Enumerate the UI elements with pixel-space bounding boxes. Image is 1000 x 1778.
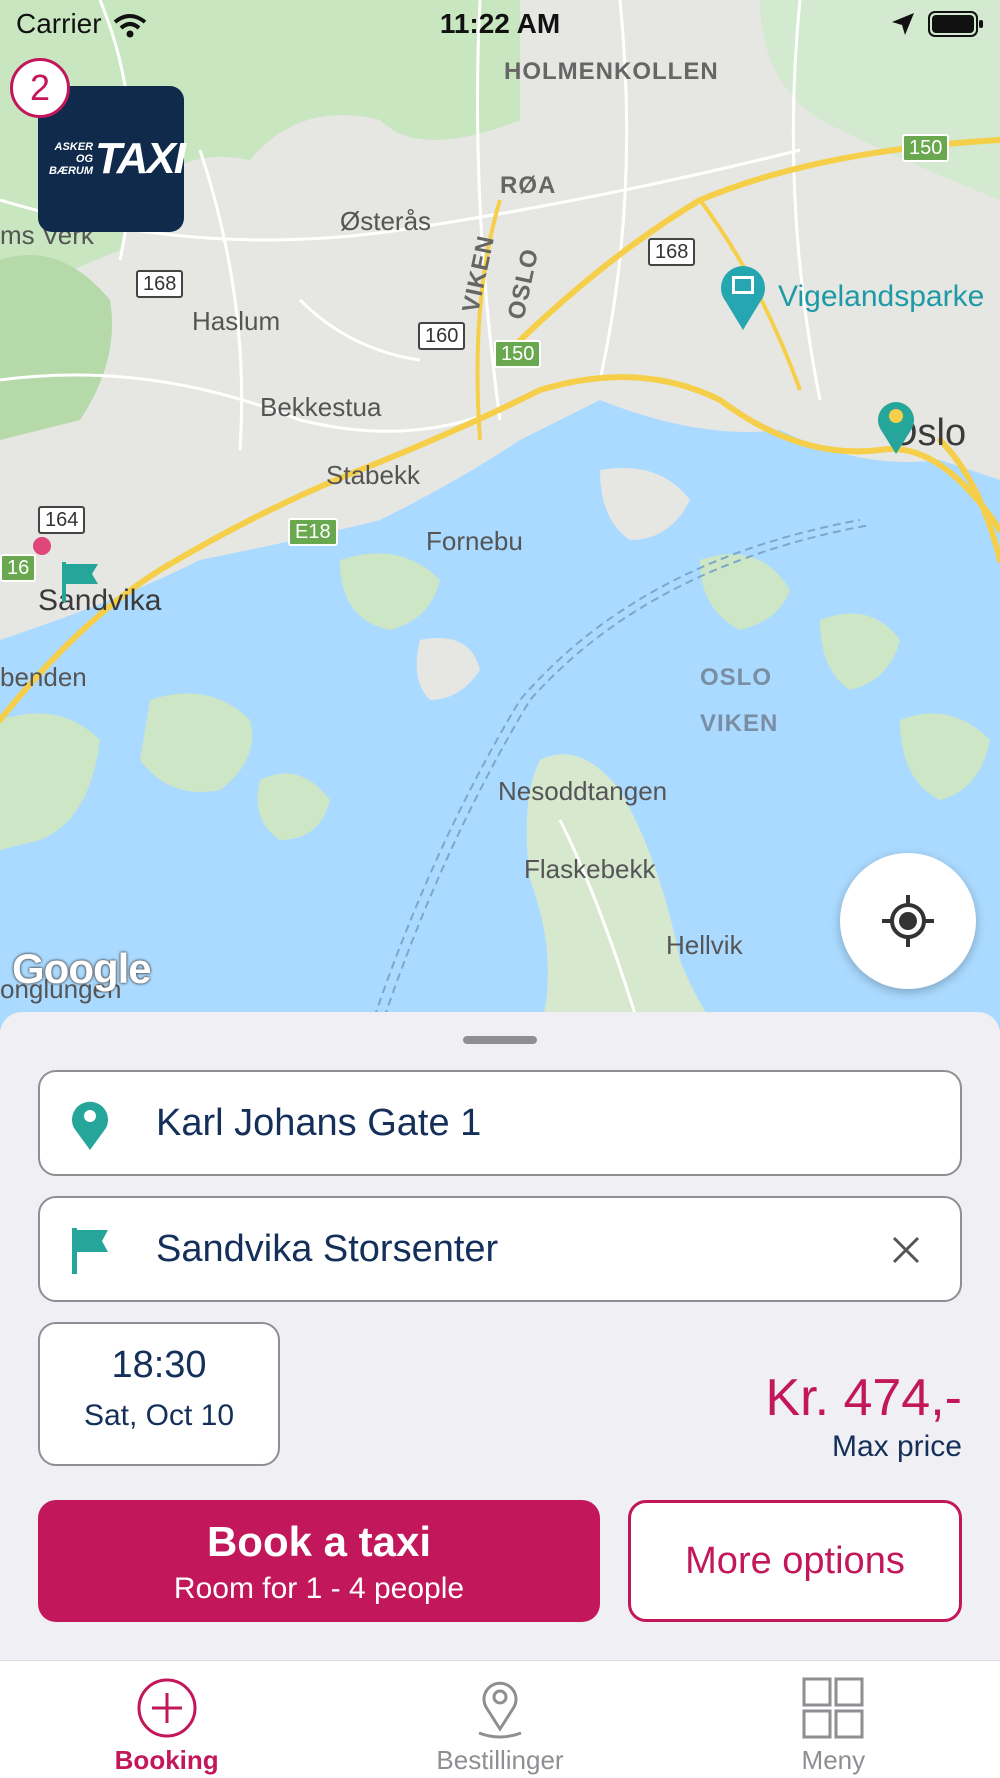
map-pin-icon: [478, 1681, 522, 1739]
status-right: [890, 10, 984, 38]
logo-subtitle: ASKER OG BÆRUM: [49, 141, 94, 177]
map-label-flaskebekk: Flaskebekk: [524, 854, 656, 884]
tab-booking[interactable]: Booking: [0, 1661, 333, 1778]
price-amount: Kr. 474,-: [765, 1369, 962, 1427]
pickup-map-pin-icon[interactable]: [876, 398, 916, 456]
crosshair-icon: [882, 895, 934, 947]
google-attribution: Google: [12, 945, 152, 992]
my-location-button[interactable]: [840, 853, 976, 989]
price-label: Max price: [831, 1430, 962, 1463]
map-label-roa: RØA: [500, 172, 557, 199]
clear-destination-icon[interactable]: [888, 1232, 924, 1268]
notification-badge[interactable]: 2: [10, 58, 70, 118]
destination-flag-icon: [72, 1228, 108, 1274]
pickup-time-picker[interactable]: 18:30 Sat, Oct 10: [38, 1322, 280, 1466]
destination-field[interactable]: Sandvika Storsenter: [38, 1196, 962, 1302]
map-label-benden: benden: [0, 662, 87, 692]
road-shield-e18: E18: [288, 518, 338, 546]
museum-poi-icon[interactable]: [718, 262, 768, 332]
book-taxi-button[interactable]: Book a taxi Room for 1 - 4 people: [38, 1500, 600, 1622]
plus-circle-icon: [137, 1678, 197, 1738]
map-label-vigelandsparken: Vigelandsparke: [778, 280, 985, 313]
road-shield-150: 150: [902, 134, 950, 162]
pickup-field[interactable]: Karl Johans Gate 1: [38, 1070, 962, 1176]
status-bar: Carrier 11:22 AM: [0, 0, 1000, 50]
map-label-haslum: Haslum: [192, 306, 281, 336]
pickup-address: Karl Johans Gate 1: [156, 1102, 482, 1144]
tab-booking-label: Booking: [114, 1745, 219, 1775]
sheet-grabber[interactable]: [463, 1036, 537, 1044]
road-shield-168: 168: [648, 238, 696, 266]
attraction-poi-icon: [33, 537, 51, 555]
price-block: Kr. 474,- Max price: [765, 1368, 962, 1464]
map-label-fornebu: Fornebu: [426, 526, 523, 556]
destination-flag-icon[interactable]: [58, 560, 102, 604]
book-taxi-capacity: Room for 1 - 4 people: [173, 1572, 465, 1605]
map-label-osteras: Østerås: [340, 206, 432, 236]
map-label-nesoddtangen: Nesoddtangen: [498, 776, 668, 806]
battery-icon: [928, 11, 983, 37]
location-arrow-icon: [892, 13, 914, 35]
logo-wordmark: TAXI: [95, 134, 186, 183]
more-options-button[interactable]: More options: [628, 1500, 962, 1622]
road-shield-160: 160: [418, 322, 466, 350]
map-label-viken-water: VIKEN: [700, 710, 779, 737]
pickup-time: 18:30: [111, 1344, 207, 1386]
tab-meny[interactable]: Meny: [667, 1661, 1000, 1778]
clock: 11:22 AM: [439, 8, 561, 39]
map-label-stabekk: Stabekk: [326, 460, 420, 490]
map-label-hellvik: Hellvik: [666, 930, 743, 960]
road-shield-168: 168: [136, 270, 184, 298]
tab-meny-label: Meny: [801, 1745, 866, 1775]
grid-icon: [802, 1677, 864, 1739]
booking-sheet: Karl Johans Gate 1 Sandvika Storsenter 1…: [0, 1012, 1000, 1660]
tab-bestillinger-label: Bestillinger: [436, 1745, 564, 1775]
tab-bestillinger[interactable]: Bestillinger: [333, 1661, 666, 1778]
pickup-pin-icon: [72, 1101, 108, 1150]
road-shield-164: 164: [38, 506, 86, 534]
map-label-oslo-water: OSLO: [700, 664, 773, 691]
map-label-holmenkollen: HOLMENKOLLEN: [504, 58, 719, 85]
pickup-date: Sat, Oct 10: [83, 1399, 235, 1432]
road-shield-16: 16: [0, 554, 37, 582]
destination-address: Sandvika Storsenter: [156, 1228, 499, 1270]
tab-bar: Booking Bestillinger Meny: [0, 1660, 1000, 1778]
road-shield-150: 150: [494, 340, 542, 368]
map-label-bekkestua: Bekkestua: [260, 392, 382, 422]
book-taxi-label: Book a taxi: [206, 1518, 432, 1565]
